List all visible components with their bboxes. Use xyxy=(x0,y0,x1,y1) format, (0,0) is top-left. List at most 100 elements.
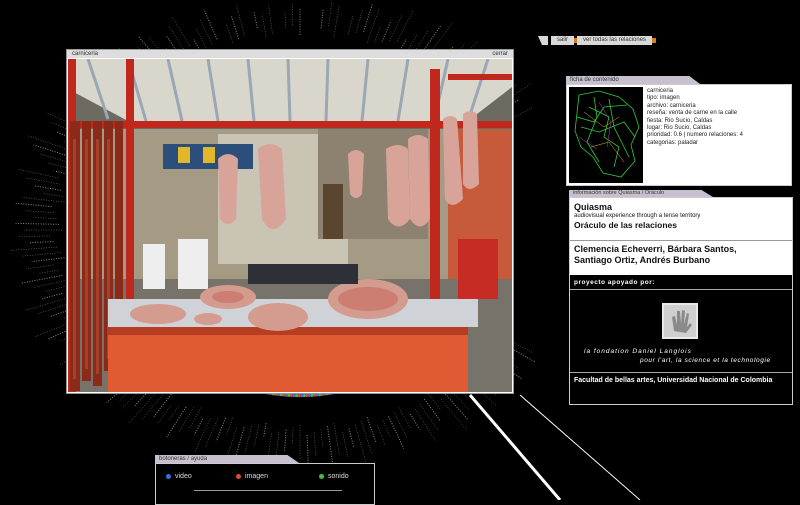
fondation-name: la fondation Daniel Langlois xyxy=(584,348,692,355)
radial-label-stroke xyxy=(374,26,381,43)
ficha-line-resena: reseña: venta de carne en la calle xyxy=(647,110,738,117)
radial-label-stroke xyxy=(166,406,187,438)
radial-label-stroke xyxy=(409,413,420,430)
radial-label-stroke xyxy=(326,426,334,464)
radial-label-stroke xyxy=(348,16,354,34)
radial-label-stroke xyxy=(21,274,63,284)
radial-label-stroke xyxy=(291,3,294,26)
radial-label-stroke xyxy=(292,427,294,444)
nav-lead-decoration xyxy=(538,36,548,45)
oraculo-title: Oráculo de las relaciones xyxy=(574,220,677,230)
timeline-slider[interactable] xyxy=(194,490,342,491)
radial-label-stroke xyxy=(20,252,61,257)
close-button[interactable]: cerrar xyxy=(492,50,508,58)
radial-label-stroke xyxy=(397,10,414,42)
controls-panel-tab[interactable]: botoneras / ayuda xyxy=(155,455,299,463)
radial-label-stroke xyxy=(14,222,60,225)
radial-label-stroke xyxy=(355,9,363,33)
radial-label-stroke xyxy=(194,418,211,453)
radial-label-stroke xyxy=(194,418,204,435)
radial-label-stroke xyxy=(268,5,273,34)
divider xyxy=(570,240,792,241)
imagen-dot-icon xyxy=(236,474,241,479)
selected-relation-line xyxy=(519,394,641,500)
ficha-line-title: carniceria xyxy=(647,88,674,94)
radial-label-stroke xyxy=(203,8,218,40)
project-title: Quiasma xyxy=(574,202,613,212)
radial-label-stroke xyxy=(42,292,63,300)
radial-label-stroke xyxy=(381,20,392,42)
radial-label-stroke xyxy=(377,424,386,446)
radial-label-stroke xyxy=(320,429,324,448)
legend-video[interactable]: video xyxy=(166,473,192,480)
radial-label-stroke xyxy=(244,426,252,452)
ficha-details: carniceria tipo: imagen archivo: carnice… xyxy=(647,88,743,147)
legend-sonido-label: sonido xyxy=(328,473,349,480)
radial-label-stroke xyxy=(342,431,349,458)
radial-label-stroke xyxy=(320,8,324,29)
radial-label-stroke xyxy=(168,406,179,421)
supported-by-label: proyecto apoyado por: xyxy=(574,279,655,286)
radial-label-stroke xyxy=(226,24,234,43)
radial-label-stroke xyxy=(366,417,377,444)
radial-label-stroke xyxy=(18,169,59,179)
butcher-stall-photo xyxy=(68,59,512,392)
info-panel-tab: información sobre Quiasma / Oráculo xyxy=(569,190,713,197)
radial-label-stroke xyxy=(424,398,441,421)
ficha-panel-tab: ficha de contenido xyxy=(566,76,700,84)
radial-label-stroke xyxy=(29,241,54,244)
radial-label-stroke xyxy=(189,407,202,429)
radial-label-stroke xyxy=(33,279,67,288)
legend-imagen-label: imagen xyxy=(245,473,268,480)
radial-label-stroke xyxy=(39,269,58,274)
radial-label-stroke xyxy=(348,428,355,448)
divider xyxy=(570,289,792,290)
ficha-panel: carniceria tipo: imagen archivo: carnice… xyxy=(566,84,792,186)
radial-label-stroke xyxy=(205,418,219,448)
radial-label-stroke xyxy=(355,424,367,463)
radial-label-stroke xyxy=(171,15,190,47)
info-panel: Quiasma audiovisual experience through a… xyxy=(569,197,793,405)
radial-label-stroke xyxy=(21,196,65,203)
radial-label-stroke xyxy=(31,257,65,263)
radial-label-stroke xyxy=(393,411,408,439)
ficha-line-prioridad: prioridad: 0.6 | numero relaciones: 4 xyxy=(647,132,743,139)
ver-todas-relaciones-button[interactable]: ver todas las relaciones xyxy=(577,36,657,45)
fondation-tagline: pour l'art, la science et la technologie xyxy=(640,357,771,364)
radial-label-stroke xyxy=(25,297,68,311)
video-dot-icon xyxy=(166,474,171,479)
radial-label-stroke xyxy=(263,423,267,438)
ficha-line-lugar: lugar: Rio Sucio, Caldas xyxy=(647,125,712,132)
radial-label-stroke xyxy=(361,421,372,453)
hand-logo-icon xyxy=(662,303,698,339)
radial-label-stroke xyxy=(363,3,374,32)
radial-label-stroke xyxy=(398,407,411,429)
facultad-credit: Facultad de bellas artes, Universidad Na… xyxy=(574,377,773,384)
radial-label-stroke xyxy=(28,264,54,269)
radial-label-stroke xyxy=(313,432,317,456)
legend-sonido[interactable]: sonido xyxy=(319,473,349,480)
salir-button[interactable]: salir xyxy=(551,36,579,45)
radial-label-stroke xyxy=(382,420,390,436)
radial-label-stroke xyxy=(388,416,405,449)
legend-imagen[interactable]: imagen xyxy=(236,473,268,480)
radial-label-stroke xyxy=(333,423,340,455)
radial-label-stroke xyxy=(34,185,61,191)
radial-label-stroke xyxy=(168,26,185,52)
radial-label-stroke xyxy=(19,235,51,237)
sonido-dot-icon xyxy=(319,474,324,479)
radial-label-stroke xyxy=(178,407,194,434)
radial-label-stroke xyxy=(254,424,260,445)
radial-label-stroke xyxy=(261,14,267,37)
radial-label-stroke xyxy=(34,217,57,219)
selected-relation-line xyxy=(468,394,562,500)
radial-label-stroke xyxy=(153,393,172,418)
radial-label-stroke xyxy=(26,177,60,185)
radial-label-stroke xyxy=(230,14,240,40)
radial-label-stroke xyxy=(306,434,309,465)
radial-label-stroke xyxy=(215,417,226,442)
project-credits: Quiasma audiovisual experience through a… xyxy=(570,198,792,275)
project-subtitle: audiovisual experience through a tense t… xyxy=(574,213,701,219)
radial-label-stroke xyxy=(328,1,333,27)
radial-label-stroke xyxy=(415,408,437,442)
